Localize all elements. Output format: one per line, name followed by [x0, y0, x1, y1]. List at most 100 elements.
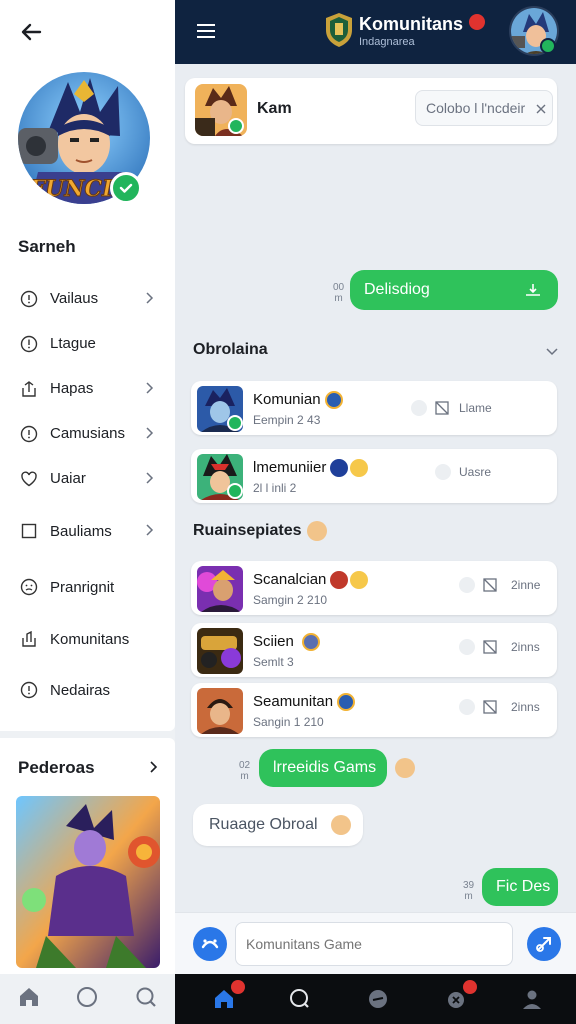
- item-meta: Llame: [459, 401, 492, 415]
- sidebar-item-uaiar[interactable]: Uaiar: [0, 456, 175, 501]
- message-time: 39 m: [463, 880, 475, 902]
- message-time: 00 m: [333, 282, 345, 304]
- read-receipt-icon: [524, 282, 542, 303]
- sidebar-item-label: Pranrignit: [50, 578, 115, 596]
- back-arrow-icon[interactable]: [18, 18, 46, 46]
- list-item[interactable]: Komunian Eempin 2 43 Llame: [191, 381, 557, 435]
- mail-icon[interactable]: [483, 578, 497, 592]
- sidebar-item-label: Vailaus: [50, 290, 99, 307]
- circle-icon[interactable]: [75, 985, 99, 1014]
- list-item[interactable]: lmemuniier 2l l inli 2 Uasre: [191, 449, 557, 503]
- featured-title: Pederoas: [18, 758, 95, 777]
- item-title: Sciien: [253, 633, 320, 652]
- sidebar-item-komunitans[interactable]: Komunitans: [0, 613, 175, 665]
- chat-area: Kam Colobo l l'ncdeir 00 m Delisdiog Obro…: [175, 64, 576, 912]
- close-icon[interactable]: [535, 102, 547, 120]
- sidebar-item-nedairas[interactable]: Nedairas: [0, 665, 175, 715]
- verified-check-icon: [227, 483, 243, 499]
- avatar-emoji-icon: [330, 459, 349, 478]
- item-meta: 2inns: [511, 700, 540, 714]
- sidebar-menu: Vailaus Ltague Hapas Camusians Uaiar Bau…: [0, 276, 175, 715]
- item-avatar: [197, 628, 243, 674]
- info-circle-icon: [20, 290, 38, 308]
- emoji-face-icon: [331, 815, 351, 835]
- message-bubble-outgoing[interactable]: lrreeidis Gams: [259, 749, 387, 787]
- list-item[interactable]: Scanalcian Samgin 2 210 2inne: [191, 561, 557, 615]
- message-bubble-incoming[interactable]: Ruaage Obroal: [193, 804, 363, 846]
- alert-circle-icon: [20, 335, 38, 353]
- search-icon[interactable]: [134, 985, 158, 1014]
- item-title: Komunian: [253, 391, 343, 410]
- chevron-right-icon[interactable]: [149, 760, 159, 779]
- info-circle-icon: [20, 425, 38, 443]
- item-meta: 2inns: [511, 640, 540, 654]
- game-emblem-icon: [337, 693, 356, 712]
- heart-icon: [20, 470, 38, 488]
- mail-icon[interactable]: [483, 640, 497, 654]
- message-bubble-outgoing[interactable]: Delisdiog: [350, 270, 558, 310]
- sidebar-item-pranrignit[interactable]: Pranrignit: [0, 561, 175, 613]
- list-item[interactable]: Sciien Semlt 3 2inns: [191, 623, 557, 677]
- chat-icon[interactable]: [441, 980, 477, 1014]
- smiley-emoji-icon: [350, 571, 369, 590]
- notification-badge: [231, 980, 245, 994]
- message-text: Ruaage Obroal: [209, 816, 318, 833]
- message-composer: [175, 912, 576, 974]
- emoji-picker-icon[interactable]: [193, 927, 227, 961]
- app-header: Komunitans Indagnarea: [175, 0, 576, 64]
- profile-icon[interactable]: [517, 984, 547, 1014]
- search-icon[interactable]: [285, 984, 315, 1014]
- list-item[interactable]: Seamunitan Sangin 1 210 2inns: [191, 683, 557, 737]
- home-icon[interactable]: [17, 985, 41, 1014]
- search-input[interactable]: Colobo l l'ncdeir: [415, 90, 553, 126]
- sidebar-item-hapas[interactable]: Hapas: [0, 366, 175, 411]
- mail-icon[interactable]: [483, 700, 497, 714]
- community-icon: [20, 630, 38, 648]
- message-time: 02 m: [239, 760, 251, 782]
- sidebar-item-ltague[interactable]: Ltague: [0, 321, 175, 366]
- message-text: Delisdiog: [364, 281, 430, 298]
- send-icon[interactable]: [527, 927, 561, 961]
- game-emblem-icon: [324, 391, 343, 410]
- mail-icon[interactable]: [435, 401, 449, 415]
- status-dot-icon: [459, 699, 475, 715]
- item-subtitle: Sangin 1 210: [253, 715, 324, 729]
- sidebar-item-label: Camusians: [50, 425, 126, 442]
- sidebar-item-bauliams[interactable]: Bauliams: [0, 501, 175, 561]
- online-status-icon: [540, 38, 556, 54]
- profile-name: Sarneh: [18, 237, 76, 256]
- sidebar-item-vailaus[interactable]: Vailaus: [0, 276, 175, 321]
- notification-badge: [463, 980, 477, 994]
- status-dot-icon: [459, 639, 475, 655]
- sidebar-item-label: Komunitans: [50, 630, 130, 648]
- verified-check-icon: [227, 415, 243, 431]
- item-subtitle: Eempin 2 43: [253, 413, 321, 427]
- message-bubble-outgoing[interactable]: Fic Des: [482, 868, 558, 906]
- item-avatar: [197, 566, 243, 612]
- compass-icon[interactable]: [363, 984, 393, 1014]
- featured-game-art[interactable]: [16, 796, 160, 968]
- avatar-emoji-icon: [330, 571, 349, 590]
- left-bottom-nav: [0, 974, 175, 1024]
- status-dot-icon: [435, 464, 451, 480]
- share-icon: [20, 380, 38, 398]
- menu-icon[interactable]: [197, 23, 217, 39]
- profile-panel: FUNCIIS Sarneh Vailaus Ltague Hapas Camu…: [0, 0, 175, 731]
- notification-badge: [469, 14, 485, 30]
- chevron-down-icon[interactable]: [545, 344, 559, 362]
- item-meta: Uasre: [459, 465, 492, 479]
- sidebar-item-label: Bauliams: [50, 522, 112, 540]
- home-icon[interactable]: [209, 980, 245, 1014]
- chevron-right-icon: [145, 471, 155, 485]
- smiley-icon: [20, 578, 38, 596]
- verified-check-icon: [110, 172, 142, 204]
- sidebar-item-label: Ltague: [50, 335, 96, 352]
- chevron-right-icon: [145, 381, 155, 395]
- message-input[interactable]: [235, 922, 513, 966]
- sidebar-item-label: Hapas: [50, 380, 94, 397]
- message-text: Fic Des: [496, 878, 551, 895]
- app-subtitle: Indagnarea: [359, 36, 415, 48]
- sidebar-item-camusians[interactable]: Camusians: [0, 411, 175, 456]
- sidebar-item-label: Nedairas: [50, 681, 111, 699]
- shield-logo-icon: [325, 12, 353, 48]
